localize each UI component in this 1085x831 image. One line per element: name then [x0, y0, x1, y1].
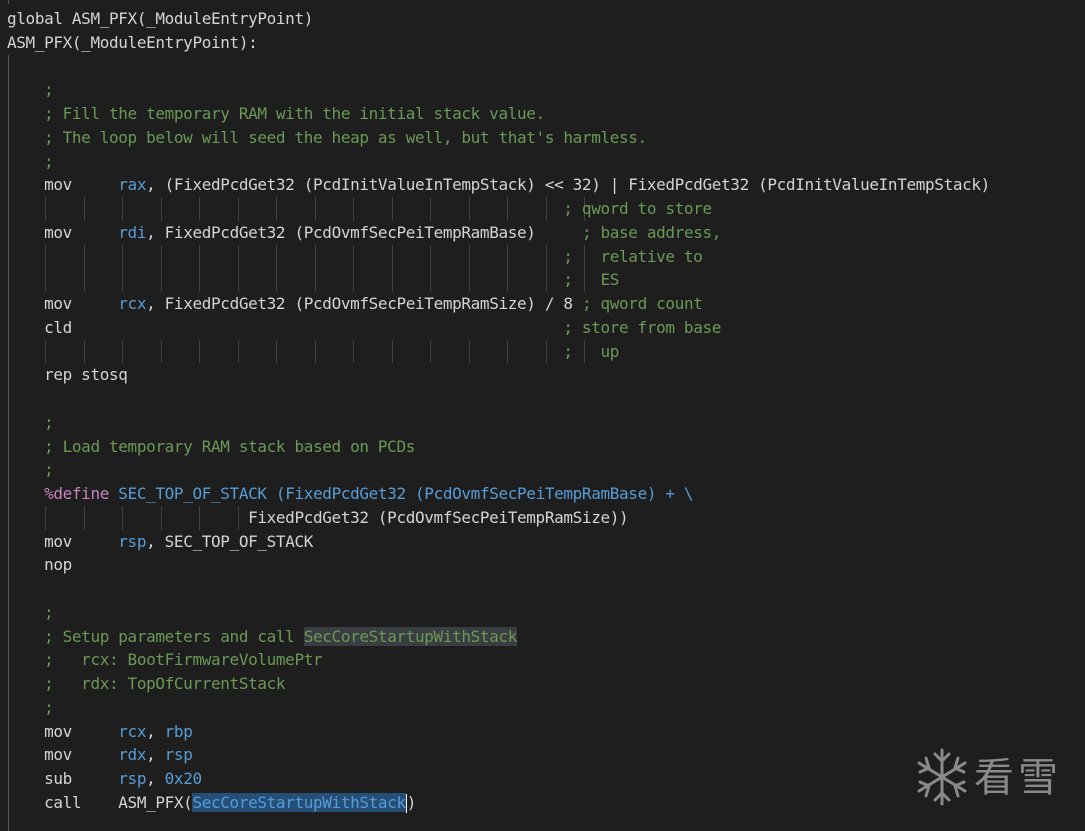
code-token: rsp	[118, 531, 147, 551]
code-token: , FixedPcdGet32 (PcdOvmfSecPeiTempRamSiz…	[146, 294, 582, 313]
code-line: ; Setup parameters and call SecCoreStart…	[7, 625, 517, 649]
code-token: %define	[44, 484, 110, 503]
code-token: mov	[7, 745, 119, 765]
code-line: ;	[7, 78, 54, 102]
code-token: ;	[7, 602, 54, 622]
code-token: ;	[7, 460, 54, 480]
code-token: rep stosq	[7, 365, 128, 385]
code-line: ; relative to	[7, 245, 702, 269]
snowflake-icon	[917, 748, 967, 806]
code-line: mov rdx, rsp	[7, 743, 193, 767]
code-token: mov	[7, 294, 119, 313]
code-token: rsp	[118, 769, 147, 788]
code-token: rcx	[118, 721, 147, 741]
code-token: rsp	[164, 745, 193, 765]
code-token: ; base address,	[581, 222, 722, 242]
code-line: mov rax, (FixedPcdGet32 (PcdInitValueInT…	[7, 173, 990, 197]
code-line: ;	[7, 411, 54, 435]
code-token: global ASM_PFX(_ModuleEntryPoint)	[7, 9, 314, 28]
code-token: cld	[7, 317, 564, 337]
code-token: rdi	[118, 222, 147, 242]
code-editor[interactable]: global ASM_PFX(_ModuleEntryPoint) ASM_PFX…	[0, 0, 1085, 831]
code-token: ;	[7, 412, 54, 432]
code-line: ; rcx: BootFirmwareVolumePtr	[7, 648, 323, 672]
code-token: ;	[7, 80, 54, 100]
code-token: sub	[7, 769, 119, 788]
code-line: cld ; store from base	[7, 316, 721, 340]
code-line: call ASM_PFX(SecCoreStartupWithStack)	[7, 791, 416, 815]
code-token: rbp	[164, 721, 193, 741]
code-line: ;	[7, 696, 54, 720]
code-token: FixedPcdGet32 (PcdOvmfSecPeiTempRamSize)…	[7, 507, 629, 527]
code-line: ;	[7, 458, 54, 482]
code-token: rcx	[118, 294, 147, 313]
code-token: ; Load temporary RAM stack based on PCDs	[7, 436, 416, 456]
code-line: ; up	[7, 340, 619, 364]
code-line: ASM_PFX(_ModuleEntryPoint):	[7, 31, 258, 55]
code-token: , SEC_TOP_OF_STACK	[146, 531, 314, 551]
code-line: global ASM_PFX(_ModuleEntryPoint)	[7, 7, 313, 31]
code-token: , FixedPcdGet32 (PcdOvmfSecPeiTempRamBas…	[146, 222, 582, 242]
code-line: ; ES	[7, 268, 619, 292]
code-token: ; relative to	[7, 246, 703, 266]
code-token: ; qword count	[581, 294, 703, 313]
code-token: mov	[7, 531, 119, 551]
code-line: mov rcx, rbp	[7, 720, 193, 744]
code-token: call ASM_PFX(	[7, 792, 193, 812]
code-token: mov	[7, 222, 119, 242]
code-line: ; rdx: TopOfCurrentStack	[7, 672, 285, 696]
code-token: ; qword to store	[7, 199, 712, 218]
code-line: ;	[7, 601, 54, 625]
code-token: ; The loop below will seed the heap as w…	[7, 127, 647, 147]
code-token: SecCoreStartupWithStack	[303, 626, 518, 646]
code-line: mov rsp, SEC_TOP_OF_STACK	[7, 530, 313, 554]
code-token: ,	[146, 721, 165, 741]
code-line: ; Load temporary RAM stack based on PCDs	[7, 435, 415, 459]
code-line: sub rsp, 0x20	[7, 767, 202, 791]
code-token: ; Fill the temporary RAM with the initia…	[7, 104, 545, 123]
code-line: ; The loop below will seed the heap as w…	[7, 126, 647, 150]
code-token: ; rdx: TopOfCurrentStack	[7, 674, 286, 693]
code-line: ; qword to store	[7, 197, 712, 221]
watermark-text: 看雪	[974, 755, 1062, 801]
code-line: ;	[7, 150, 54, 174]
code-line: mov rcx, FixedPcdGet32 (PcdOvmfSecPeiTem…	[7, 292, 703, 316]
code-line: %define SEC_TOP_OF_STACK (FixedPcdGet32 …	[7, 482, 693, 506]
code-token: SecCoreStartupWithStack	[192, 792, 406, 812]
code-token: ; up	[7, 341, 620, 361]
code-line: nop	[7, 553, 72, 577]
indent-guide-stub	[8, 0, 9, 4]
code-token: ASM_PFX(_ModuleEntryPoint):	[7, 32, 258, 52]
code-token: ;	[7, 697, 54, 717]
code-token: , (FixedPcdGet32 (PcdInitValueInTempStac…	[146, 175, 990, 195]
watermark: 看雪	[912, 744, 1072, 810]
code-line: FixedPcdGet32 (PcdOvmfSecPeiTempRamSize)…	[7, 506, 629, 530]
code-token: mov	[7, 721, 119, 741]
code-token: ; store from base	[563, 317, 722, 337]
code-token: mov	[7, 175, 119, 195]
code-token: ;	[7, 151, 54, 171]
code-token: rax	[118, 175, 147, 195]
code-token: nop	[7, 555, 72, 575]
code-line: mov rdi, FixedPcdGet32 (PcdOvmfSecPeiTem…	[7, 221, 721, 245]
code-line: ; Fill the temporary RAM with the initia…	[7, 102, 545, 126]
code-token: ; rcx: BootFirmwareVolumePtr	[7, 650, 323, 670]
code-token: ,	[146, 769, 165, 788]
code-token: )	[406, 792, 417, 812]
code-token: ; ES	[7, 270, 620, 290]
code-token: ; Setup parameters and call	[7, 626, 304, 646]
code-token: ,	[146, 745, 165, 765]
code-token: rdx	[118, 745, 147, 765]
code-token: SEC_TOP_OF_STACK (FixedPcdGet32 (PcdOvmf…	[109, 484, 694, 503]
code-token: 0x20	[164, 769, 202, 788]
code-line: rep stosq	[7, 363, 128, 387]
